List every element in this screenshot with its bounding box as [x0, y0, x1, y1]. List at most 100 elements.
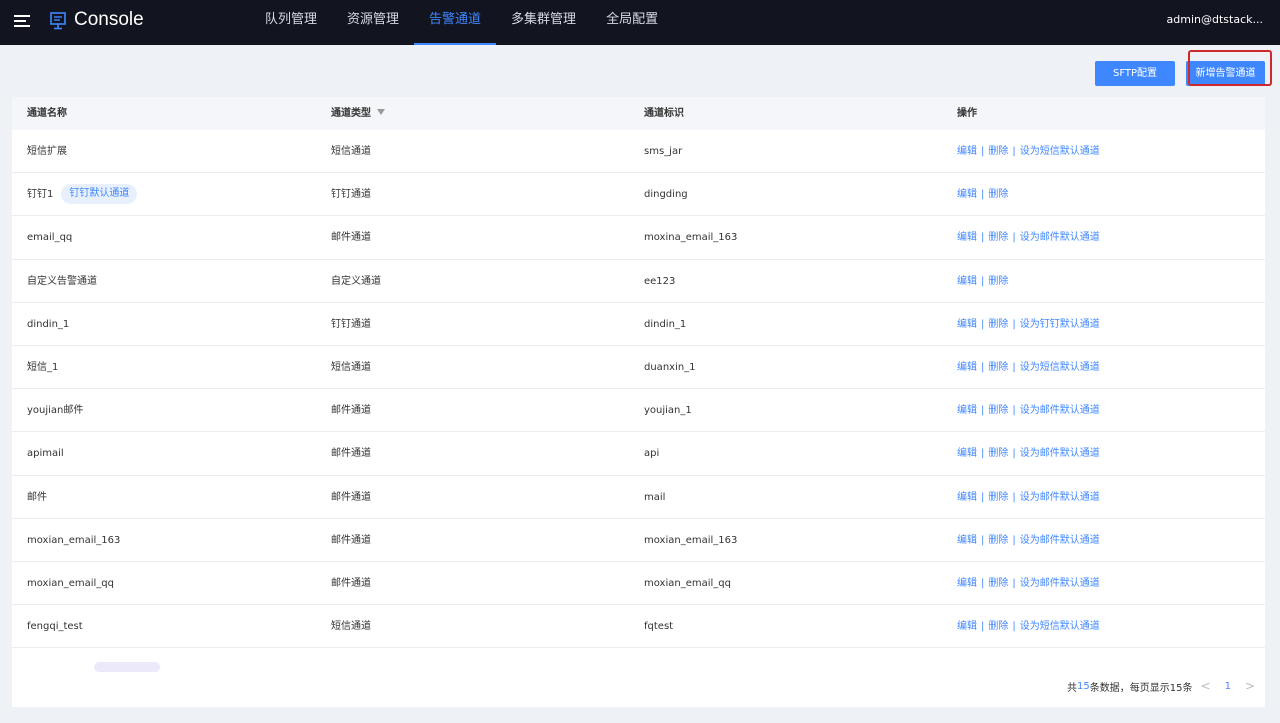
channel-id: dingding [644, 189, 688, 201]
channel-type: 钉钉通道 [331, 318, 371, 330]
nav-resource-management[interactable]: 资源管理 [332, 0, 414, 45]
filter-icon[interactable] [377, 109, 385, 115]
delete-link[interactable]: 删除 [988, 276, 1008, 287]
table-row [12, 648, 1265, 673]
channel-id: mail [644, 491, 666, 503]
set-default-link[interactable]: 设为短信默认通道 [1020, 146, 1100, 157]
actions-cell: 编辑 | 删除 | 设为邮件默认通道 [957, 216, 1100, 259]
next-page-icon[interactable]: > [1245, 679, 1255, 693]
table-row: dindin_1 钉钉通道 dindin_1 编辑 | 删除 | 设为钉钉默认通道 [12, 303, 1265, 346]
action-separator: | [1012, 146, 1016, 157]
delete-link[interactable]: 删除 [988, 362, 1008, 373]
delete-link[interactable]: 删除 [988, 319, 1008, 330]
channel-type: 邮件通道 [331, 534, 371, 546]
channel-name: 邮件 [27, 491, 47, 503]
action-separator: | [981, 361, 985, 373]
action-separator: | [1012, 577, 1016, 589]
edit-link[interactable]: 编辑 [957, 448, 977, 459]
column-header-type: 通道类型 [331, 97, 385, 130]
set-default-link[interactable]: 设为邮件默认通道 [1020, 492, 1100, 503]
delete-link[interactable]: 删除 [988, 448, 1008, 459]
action-separator: | [1012, 491, 1016, 503]
channel-type: 自定义通道 [331, 275, 381, 287]
hamburger-menu-icon[interactable] [14, 15, 30, 27]
table-row: 邮件 邮件通道 mail 编辑 | 删除 | 设为邮件默认通道 [12, 476, 1265, 519]
set-default-link[interactable]: 设为邮件默认通道 [1020, 405, 1100, 416]
channel-name-cell: fengqi_test [27, 605, 83, 648]
channel-name-cell: dindin_1 [27, 303, 69, 346]
channel-name-cell: 短信扩展 [27, 130, 67, 173]
edit-link[interactable]: 编辑 [957, 362, 977, 373]
table-row: 短信_1 短信通道 duanxin_1 编辑 | 删除 | 设为短信默认通道 [12, 346, 1265, 390]
action-separator: | [981, 318, 985, 330]
nav-multi-cluster[interactable]: 多集群管理 [496, 0, 591, 45]
channel-id: moxian_email_qq [644, 577, 731, 589]
delete-link[interactable]: 删除 [988, 146, 1008, 157]
actions-cell: 编辑 | 删除 | 设为短信默认通道 [957, 130, 1100, 173]
edit-link[interactable]: 编辑 [957, 276, 977, 287]
nav-alert-channel[interactable]: 告警通道 [414, 0, 497, 45]
channel-name: moxian_email_qq [27, 577, 114, 589]
main-nav: 队列管理 资源管理 告警通道 多集群管理 全局配置 [250, 0, 673, 45]
delete-link[interactable]: 删除 [988, 492, 1008, 503]
edit-link[interactable]: 编辑 [957, 232, 977, 243]
channel-name-cell: 短信_1 [27, 346, 58, 389]
delete-link[interactable]: 删除 [988, 535, 1008, 546]
sftp-config-button[interactable]: SFTP配置 [1095, 61, 1175, 86]
channel-type: 邮件通道 [331, 232, 371, 244]
edit-link[interactable]: 编辑 [957, 405, 977, 416]
channel-id: api [644, 448, 660, 460]
edit-link[interactable]: 编辑 [957, 578, 977, 589]
table-row: youjian邮件 邮件通道 youjian_1 编辑 | 删除 | 设为邮件默认通道 [12, 389, 1265, 433]
edit-link[interactable]: 编辑 [957, 189, 977, 200]
set-default-link[interactable]: 设为邮件默认通道 [1020, 448, 1100, 459]
edit-link[interactable]: 编辑 [957, 319, 977, 330]
channel-id: duanxin_1 [644, 361, 696, 373]
table-header: 通道名称 通道类型 通道标识 操作 [12, 97, 1265, 130]
action-separator: | [1012, 318, 1016, 330]
table-row: fengqi_test 短信通道 fqtest 编辑 | 删除 | 设为短信默认通道 [12, 605, 1265, 649]
page-number[interactable]: 1 [1225, 681, 1231, 692]
set-default-link[interactable]: 设为短信默认通道 [1020, 621, 1100, 632]
column-header-type-label: 通道类型 [331, 108, 371, 119]
edit-link[interactable]: 编辑 [957, 621, 977, 632]
channel-id: sms_jar [644, 146, 683, 157]
user-account[interactable]: admin@dtstack... [1167, 13, 1263, 26]
actions-cell: 编辑 | 删除 | 设为邮件默认通道 [957, 519, 1100, 562]
channel-name: 钉钉1 [27, 189, 54, 201]
delete-link[interactable]: 删除 [988, 189, 1008, 200]
set-default-link[interactable]: 设为短信默认通道 [1020, 362, 1100, 373]
delete-link[interactable]: 删除 [988, 621, 1008, 632]
actions-cell: 编辑 | 删除 [957, 173, 1008, 216]
delete-link[interactable]: 删除 [988, 578, 1008, 589]
edit-link[interactable]: 编辑 [957, 492, 977, 503]
channel-name-cell: youjian邮件 [27, 389, 83, 432]
top-navbar: Console 队列管理 资源管理 告警通道 多集群管理 全局配置 admin@… [0, 0, 1280, 45]
actions-cell: 编辑 | 删除 | 设为短信默认通道 [957, 346, 1100, 389]
table-row: moxian_email_qq 邮件通道 moxian_email_qq 编辑 | 删除 |… [12, 562, 1265, 606]
action-separator: | [981, 534, 985, 546]
brand-title[interactable]: Console [74, 9, 144, 31]
action-separator: | [981, 232, 985, 244]
set-default-link[interactable]: 设为邮件默认通道 [1020, 232, 1100, 243]
actions-cell: 编辑 | 删除 [957, 260, 1008, 303]
table-row: 钉钉1 钉钉默认通道 钉钉通道 dingding 编辑 | 删除 [12, 173, 1265, 217]
set-default-link[interactable]: 设为邮件默认通道 [1020, 578, 1100, 589]
nav-global-config[interactable]: 全局配置 [591, 0, 673, 45]
channel-name-cell: email_qq [27, 216, 72, 259]
delete-link[interactable]: 删除 [988, 232, 1008, 243]
actions-cell: 编辑 | 删除 | 设为邮件默认通道 [957, 432, 1100, 475]
set-default-link[interactable]: 设为钉钉默认通道 [1020, 319, 1100, 330]
prev-page-icon[interactable]: < [1201, 679, 1211, 693]
channel-type: 钉钉通道 [331, 189, 371, 201]
nav-queue-management[interactable]: 队列管理 [250, 0, 332, 45]
channel-name: youjian邮件 [27, 405, 84, 417]
default-channel-badge: 钉钉默认通道 [61, 184, 138, 205]
edit-link[interactable]: 编辑 [957, 146, 977, 157]
delete-link[interactable]: 删除 [988, 405, 1008, 416]
add-alert-channel-button[interactable]: 新增告警通道 [1186, 61, 1265, 86]
column-header-id: 通道标识 [644, 108, 684, 119]
set-default-link[interactable]: 设为邮件默认通道 [1020, 535, 1100, 546]
edit-link[interactable]: 编辑 [957, 535, 977, 546]
channel-name-cell: 邮件 [27, 476, 47, 519]
